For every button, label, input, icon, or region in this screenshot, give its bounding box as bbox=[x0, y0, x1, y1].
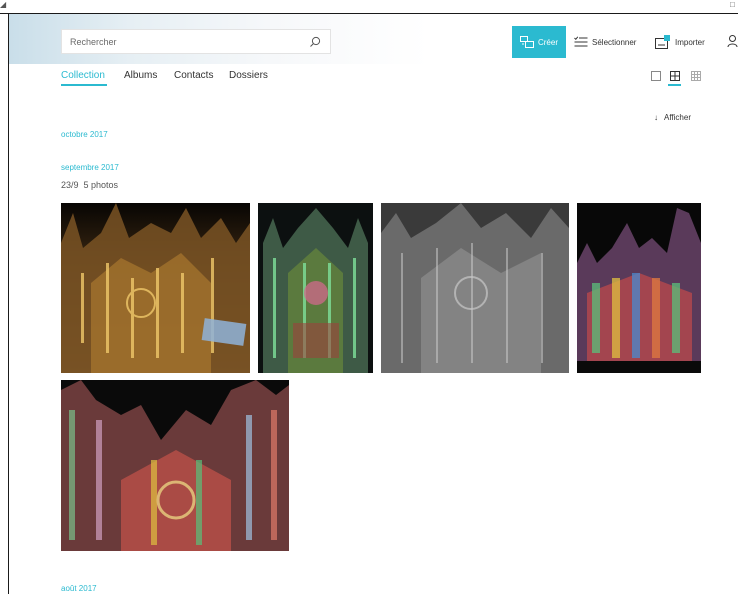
import-label: Importer bbox=[675, 37, 705, 47]
select-label: Sélectionner bbox=[592, 37, 637, 47]
select-icon bbox=[574, 36, 588, 47]
photo-thumbnail[interactable] bbox=[577, 203, 701, 373]
cathedral-photo bbox=[61, 203, 250, 373]
date-group-header: 23/9 5 photos bbox=[61, 180, 118, 190]
medium-view-icon[interactable] bbox=[669, 70, 681, 82]
search-icon[interactable] bbox=[308, 35, 322, 49]
search-input[interactable] bbox=[70, 34, 300, 50]
cathedral-photo bbox=[577, 203, 701, 373]
window-frame bbox=[0, 0, 738, 14]
afficher-label: Afficher bbox=[664, 113, 691, 122]
small-view-icon[interactable] bbox=[690, 70, 702, 82]
search-box[interactable] bbox=[61, 29, 331, 54]
cathedral-photo bbox=[381, 203, 569, 373]
cathedral-photo bbox=[258, 203, 373, 373]
active-view-indicator bbox=[668, 84, 681, 86]
afficher-button[interactable]: ↓ Afficher bbox=[654, 113, 691, 122]
active-tab-indicator bbox=[61, 84, 107, 86]
month-heading[interactable]: septembre 2017 bbox=[61, 163, 119, 172]
group-date: 23/9 bbox=[61, 180, 79, 190]
arrow-down-icon: ↓ bbox=[654, 113, 658, 122]
tab-label: Albums bbox=[124, 70, 158, 81]
month-heading[interactable]: octobre 2017 bbox=[61, 130, 108, 139]
import-button[interactable]: Importer bbox=[655, 31, 705, 53]
window-control-icon[interactable]: □ bbox=[730, 0, 735, 9]
resize-mark-icon: ◢ bbox=[0, 0, 7, 9]
user-icon[interactable] bbox=[727, 35, 738, 47]
create-icon bbox=[519, 36, 534, 48]
tab-label: Contacts bbox=[174, 70, 214, 81]
photo-thumbnail[interactable] bbox=[61, 203, 250, 373]
create-label: Créer bbox=[537, 37, 558, 47]
import-icon bbox=[655, 35, 670, 49]
select-button[interactable]: Sélectionner bbox=[574, 31, 636, 53]
window-border-left bbox=[8, 13, 9, 594]
photo-thumbnail[interactable] bbox=[258, 203, 373, 373]
photo-thumbnail[interactable] bbox=[61, 380, 289, 551]
create-button[interactable]: Créer bbox=[512, 26, 566, 58]
photo-thumbnail[interactable] bbox=[381, 203, 569, 373]
tab-label: Collection bbox=[61, 70, 105, 81]
cathedral-photo bbox=[61, 380, 289, 551]
large-view-icon[interactable] bbox=[650, 70, 662, 82]
tab-label: Dossiers bbox=[229, 70, 268, 81]
group-count: 5 photos bbox=[83, 180, 119, 190]
month-heading[interactable]: août 2017 bbox=[61, 584, 97, 593]
